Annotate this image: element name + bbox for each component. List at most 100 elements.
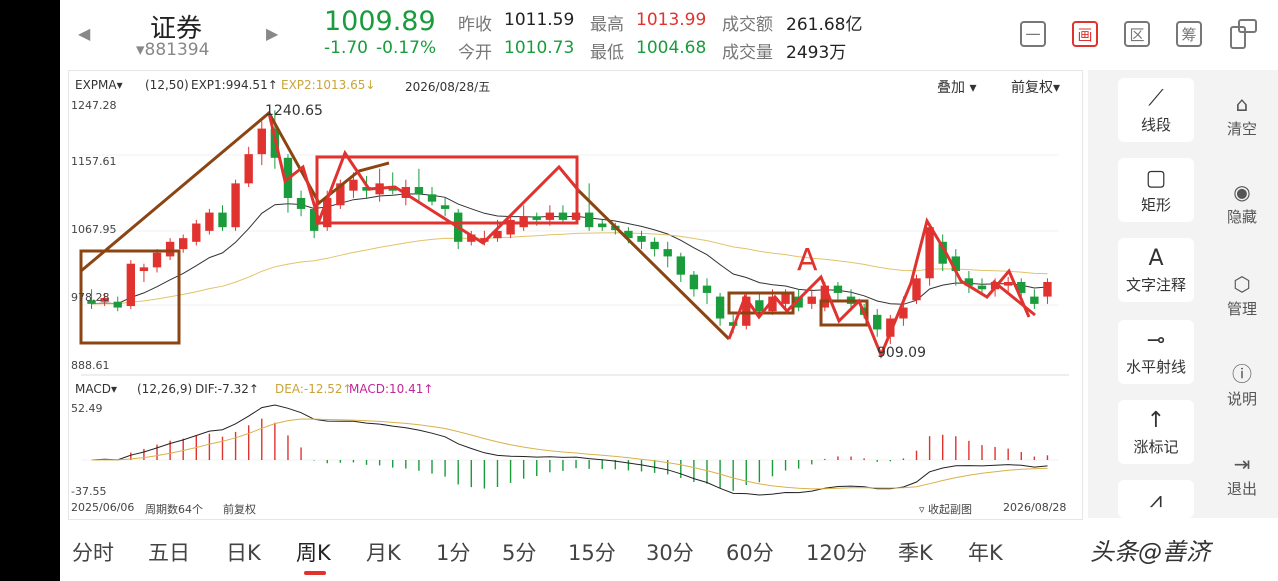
open-label: 今开 bbox=[458, 43, 492, 63]
candle-body bbox=[833, 285, 843, 293]
annotation-text[interactable]: A bbox=[797, 243, 818, 278]
more-tool[interactable]: ⩘ bbox=[1118, 480, 1194, 518]
y-label-3: 1067.95 bbox=[71, 223, 117, 236]
candle-body bbox=[414, 187, 424, 195]
eye-icon: ◉ bbox=[1233, 180, 1251, 204]
rectangle-tool[interactable]: ▢ 矩形 bbox=[1118, 158, 1194, 222]
candle-body bbox=[637, 235, 646, 242]
rectangle-icon: ▢ bbox=[1145, 166, 1167, 191]
chips-tool-button[interactable]: 筹 bbox=[1176, 21, 1202, 47]
kline-chart-panel[interactable]: EXPMA▾ (12,50) EXP1:994.51↑ EXP2:1013.65… bbox=[68, 70, 1083, 520]
candle-body bbox=[755, 300, 764, 312]
candle-body bbox=[977, 285, 987, 290]
volume-value: 2493万 bbox=[786, 43, 847, 63]
line-tool-button[interactable]: 一 bbox=[1020, 21, 1046, 47]
candle-body bbox=[1003, 281, 1013, 286]
kline-svg[interactable] bbox=[69, 71, 1082, 519]
y-label-bottom: 888.61 bbox=[71, 359, 110, 372]
tab-5min[interactable]: 5分 bbox=[502, 537, 536, 567]
candle-body bbox=[126, 263, 136, 307]
tab-30min[interactable]: 30分 bbox=[646, 537, 694, 567]
exit-action[interactable]: ⇥ 退出 bbox=[1216, 450, 1268, 499]
macd-y-bottom: -37.55 bbox=[71, 485, 107, 498]
candle-body bbox=[558, 212, 568, 220]
y-label-2: 1157.61 bbox=[71, 155, 117, 168]
candle-body bbox=[598, 223, 607, 228]
start-date: 2025/06/06 bbox=[71, 501, 135, 514]
drawing-tools-panel: ⟋ 线段 ▢ 矩形 A 文字注释 ⊸ 水平射线 ↑ 涨标记 ⩘ ⌂ 清空 ◉ 隐藏 ⬡ 管理 ⓘ… bbox=[1088, 70, 1278, 518]
period-count: 周期数64个 bbox=[145, 503, 203, 516]
candle-body bbox=[139, 267, 149, 272]
manage-action[interactable]: ⬡ 管理 bbox=[1216, 270, 1268, 319]
stock-code[interactable]: ▾881394 bbox=[136, 40, 209, 60]
candle-body bbox=[440, 205, 450, 209]
drawing-down-line-brown[interactable] bbox=[577, 189, 731, 341]
low-price-marker: 909.09 bbox=[877, 345, 926, 361]
candle-body bbox=[781, 292, 790, 304]
candle-body bbox=[1030, 296, 1039, 304]
pattern-icon: ⩘ bbox=[1149, 488, 1163, 513]
amount-value: 261.68亿 bbox=[786, 15, 863, 35]
hide-action[interactable]: ◉ 隐藏 bbox=[1216, 178, 1268, 227]
active-tab-indicator bbox=[304, 571, 326, 575]
price-change: -1.70 bbox=[324, 38, 368, 58]
tab-quarterly[interactable]: 季K bbox=[898, 537, 933, 567]
range-tool-button[interactable]: 区 bbox=[1124, 21, 1150, 47]
high-price-marker: 1240.65 bbox=[265, 103, 323, 119]
help-action[interactable]: ⓘ 说明 bbox=[1216, 360, 1268, 409]
candle-body bbox=[179, 238, 188, 250]
tab-15min[interactable]: 15分 bbox=[568, 537, 616, 567]
high-label: 最高 bbox=[590, 15, 624, 35]
candle-body bbox=[873, 314, 882, 330]
quote-header: ◀ 证券 ▾881394 ▶ 1009.89 -1.70 -0.17% 昨收 1… bbox=[60, 0, 1278, 68]
macd-params: (12,26,9) bbox=[137, 382, 193, 396]
arrow-up-icon: ↑ bbox=[1146, 408, 1166, 433]
macd-indicator-select[interactable]: MACD▾ bbox=[75, 382, 117, 396]
prev-stock-icon[interactable]: ◀ bbox=[78, 24, 90, 43]
y-label-4: 978.28 bbox=[71, 291, 110, 304]
tab-yearly[interactable]: 年K bbox=[968, 537, 1003, 567]
tab-120min[interactable]: 120分 bbox=[806, 537, 867, 567]
candle-body bbox=[650, 241, 659, 250]
segment-tool[interactable]: ⟋ 线段 bbox=[1118, 78, 1194, 142]
prev-close-value: 1011.59 bbox=[504, 10, 575, 30]
tab-monthly[interactable]: 月K bbox=[366, 537, 401, 567]
collapse-subchart-button[interactable]: ▿ 收起副图 bbox=[919, 501, 972, 517]
end-date: 2026/08/28 bbox=[1003, 501, 1067, 514]
low-value: 1004.68 bbox=[636, 38, 707, 58]
macd-value: MACD:10.41↑ bbox=[349, 382, 434, 396]
watermark: 头条@善济 bbox=[1090, 538, 1210, 566]
next-stock-icon[interactable]: ▶ bbox=[266, 24, 278, 43]
draw-tool-button[interactable]: 画 bbox=[1072, 21, 1098, 47]
candle-body bbox=[912, 278, 921, 301]
candle-body bbox=[689, 274, 699, 290]
tab-60min[interactable]: 60分 bbox=[726, 537, 774, 567]
text-note-tool[interactable]: A 文字注释 bbox=[1118, 238, 1194, 302]
clear-action[interactable]: ⌂ 清空 bbox=[1216, 90, 1268, 139]
tab-1min[interactable]: 1分 bbox=[436, 537, 470, 567]
candle-body bbox=[702, 285, 712, 293]
amount-label: 成交额 bbox=[722, 15, 773, 35]
tab-daily[interactable]: 日K bbox=[226, 537, 261, 567]
candle-body bbox=[807, 296, 816, 304]
rotate-screen-icon[interactable] bbox=[1228, 18, 1258, 50]
candle-body bbox=[257, 128, 266, 155]
tab-5day[interactable]: 五日 bbox=[148, 537, 190, 567]
hexagon-icon: ⬡ bbox=[1233, 272, 1251, 296]
broom-icon: ⌂ bbox=[1235, 92, 1249, 116]
adjust-mode: 前复权 bbox=[223, 503, 256, 516]
candle-body bbox=[205, 212, 214, 231]
dif-value: DIF:-7.32↑ bbox=[195, 382, 259, 396]
tab-weekly[interactable]: 周K bbox=[296, 537, 331, 567]
rise-mark-tool[interactable]: ↑ 涨标记 bbox=[1118, 400, 1194, 464]
current-price: 1009.89 bbox=[324, 6, 436, 37]
horizontal-ray-tool[interactable]: ⊸ 水平射线 bbox=[1118, 320, 1194, 384]
candle-body bbox=[165, 241, 175, 257]
candle-body bbox=[1043, 281, 1052, 297]
candle-body bbox=[244, 154, 253, 184]
tab-intraday[interactable]: 分时 bbox=[72, 537, 114, 567]
candle-body bbox=[427, 194, 437, 202]
segment-icon: ⟋ bbox=[1148, 86, 1164, 111]
volume-label: 成交量 bbox=[722, 43, 773, 63]
app-window: ◀ 证券 ▾881394 ▶ 1009.89 -1.70 -0.17% 昨收 1… bbox=[60, 0, 1278, 581]
